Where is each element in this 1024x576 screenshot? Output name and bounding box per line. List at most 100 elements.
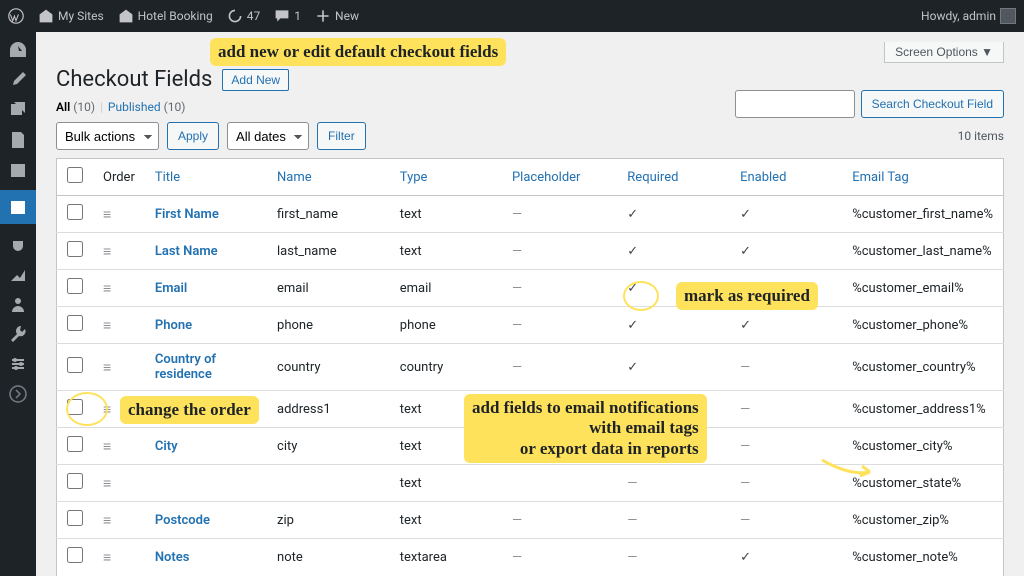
row-emailtag: %customer_email%: [842, 270, 1003, 307]
row-name: zip: [267, 502, 390, 539]
posts-icon[interactable]: [8, 70, 28, 90]
row-checkbox[interactable]: [67, 399, 83, 415]
row-title-link[interactable]: Country of residence: [155, 352, 216, 382]
row-placeholder: [502, 465, 617, 502]
row-type: country: [390, 344, 502, 391]
row-title-link[interactable]: Phone: [155, 318, 192, 333]
filter-published[interactable]: Published: [108, 100, 161, 114]
row-required: —: [617, 465, 730, 502]
row-checkbox[interactable]: [67, 473, 83, 489]
drag-handle-icon[interactable]: ≡: [103, 550, 109, 566]
select-all-top[interactable]: [67, 167, 83, 183]
row-checkbox[interactable]: [67, 204, 83, 220]
media-icon[interactable]: [8, 100, 28, 120]
content-area: Screen Options ▼ Checkout Fields Add New…: [36, 32, 1024, 576]
col-type[interactable]: Type: [390, 159, 502, 196]
row-checkbox[interactable]: [67, 278, 83, 294]
row-title-link[interactable]: First Name: [155, 207, 219, 222]
row-required: —: [617, 391, 730, 428]
row-type: textarea: [390, 539, 502, 576]
howdy-link[interactable]: Howdy, admin: [921, 8, 1016, 24]
drag-handle-icon[interactable]: ≡: [103, 207, 109, 223]
apply-button[interactable]: Apply: [167, 122, 219, 150]
row-type: text: [390, 233, 502, 270]
bookings-icon[interactable]: [0, 190, 36, 224]
row-checkbox[interactable]: [67, 357, 83, 373]
row-required: ✓: [617, 307, 730, 344]
filter-all[interactable]: All: [56, 100, 70, 114]
users-icon[interactable]: [8, 294, 28, 314]
col-order[interactable]: Order: [93, 159, 145, 196]
col-title[interactable]: Title: [145, 159, 267, 196]
row-checkbox[interactable]: [67, 547, 83, 563]
drag-handle-icon[interactable]: ≡: [103, 513, 109, 529]
dates-select[interactable]: All dates: [227, 122, 309, 150]
row-required: —: [617, 502, 730, 539]
calendar-icon[interactable]: [8, 160, 28, 180]
row-checkbox[interactable]: [67, 436, 83, 452]
collapse-icon[interactable]: [8, 384, 28, 404]
row-emailtag: %customer_state%: [842, 465, 1003, 502]
row-name: note: [267, 539, 390, 576]
drag-handle-icon[interactable]: ≡: [103, 360, 109, 376]
row-required: ✓: [617, 344, 730, 391]
col-enabled[interactable]: Enabled: [730, 159, 842, 196]
drag-handle-icon[interactable]: ≡: [103, 476, 109, 492]
row-title-link[interactable]: Last Name: [155, 244, 218, 259]
add-new-button[interactable]: Add New: [222, 69, 289, 91]
row-required: —: [617, 428, 730, 465]
drag-handle-icon[interactable]: ≡: [103, 244, 109, 260]
site-link[interactable]: Hotel Booking: [118, 8, 213, 24]
row-emailtag: %customer_first_name%: [842, 196, 1003, 233]
my-sites-link[interactable]: My Sites: [38, 8, 104, 24]
pages-icon[interactable]: [8, 130, 28, 150]
screen-options-button[interactable]: Screen Options ▼: [884, 42, 1004, 63]
tools-icon[interactable]: [8, 324, 28, 344]
row-title-link[interactable]: City: [155, 439, 178, 454]
drag-handle-icon[interactable]: ≡: [103, 281, 109, 297]
row-type: phone: [390, 307, 502, 344]
col-name[interactable]: Name: [267, 159, 390, 196]
drag-handle-icon[interactable]: ≡: [103, 318, 109, 334]
table-row: ≡Country of residencecountrycountry—✓—%c…: [57, 344, 1004, 391]
admin-sidebar: [0, 32, 36, 576]
comments-link[interactable]: 1: [274, 8, 301, 24]
row-enabled: ✓: [730, 196, 842, 233]
row-required: ✓: [617, 270, 730, 307]
row-title-link[interactable]: Postcode: [155, 513, 210, 528]
row-type: text: [390, 465, 502, 502]
row-checkbox[interactable]: [67, 510, 83, 526]
filter-button[interactable]: Filter: [317, 122, 366, 150]
settings-icon[interactable]: [8, 354, 28, 374]
col-placeholder[interactable]: Placeholder: [502, 159, 617, 196]
row-placeholder: —: [502, 428, 617, 465]
table-row: ≡Notesnotetextarea——✓%customer_note%: [57, 539, 1004, 576]
wp-logo[interactable]: [8, 8, 24, 24]
row-name: first_name: [267, 196, 390, 233]
dashboard-icon[interactable]: [8, 40, 28, 60]
bulk-actions-select[interactable]: Bulk actions: [56, 122, 159, 150]
col-required[interactable]: Required: [617, 159, 730, 196]
row-placeholder: —: [502, 196, 617, 233]
plugins-icon[interactable]: [8, 234, 28, 254]
updates-link[interactable]: 47: [227, 8, 261, 24]
row-title-link[interactable]: Notes: [155, 550, 190, 565]
row-placeholder: —: [502, 391, 617, 428]
search-button[interactable]: Search Checkout Field: [861, 90, 1004, 118]
row-emailtag: %customer_last_name%: [842, 233, 1003, 270]
drag-handle-icon[interactable]: ≡: [103, 402, 109, 418]
table-row: ≡Addressaddress1text———%customer_address…: [57, 391, 1004, 428]
col-emailtag[interactable]: Email Tag: [842, 159, 1003, 196]
items-count-top: 10 items: [958, 129, 1004, 143]
search-input[interactable]: [735, 90, 855, 118]
row-title-link[interactable]: Email: [155, 281, 187, 296]
row-title-link[interactable]: Address: [155, 402, 203, 417]
row-checkbox[interactable]: [67, 315, 83, 331]
new-link[interactable]: New: [315, 8, 359, 24]
row-name: city: [267, 428, 390, 465]
drag-handle-icon[interactable]: ≡: [103, 439, 109, 455]
row-checkbox[interactable]: [67, 241, 83, 257]
table-row: ≡Postcodeziptext———%customer_zip%: [57, 502, 1004, 539]
appearance-icon[interactable]: [8, 264, 28, 284]
row-name: address1: [267, 391, 390, 428]
